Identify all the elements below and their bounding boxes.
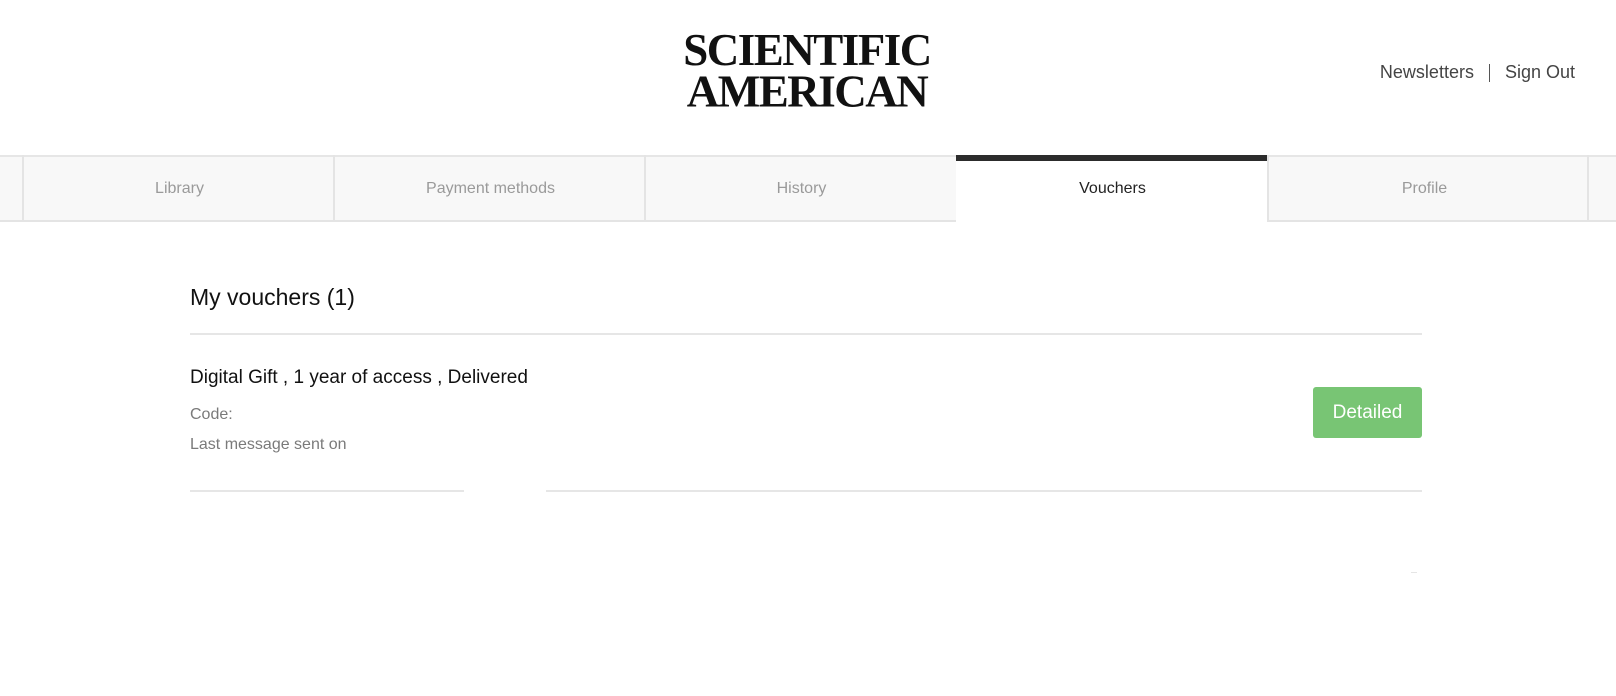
divider (190, 490, 1422, 492)
voucher-code-label: Code: (190, 406, 233, 423)
voucher-last-message-label: Last message sent on (190, 436, 347, 453)
page-title: My vouchers (1) (190, 284, 355, 310)
logo-line-1: SCIENTIFIC (683, 24, 932, 76)
site-logo[interactable]: SCIENTIFIC AMERICAN (678, 24, 936, 117)
tab-history[interactable]: History (644, 155, 957, 222)
faded-mark (1411, 572, 1417, 573)
tab-divider (1587, 155, 1589, 222)
sign-out-link[interactable]: Sign Out (1505, 62, 1575, 83)
link-divider (1488, 63, 1490, 82)
logo-line-2: AMERICAN (686, 65, 929, 117)
tab-vouchers[interactable]: Vouchers (956, 155, 1269, 224)
tab-library[interactable]: Library (22, 155, 335, 222)
site-header: SCIENTIFIC AMERICAN Newsletters Sign Out (0, 0, 1616, 155)
tab-payment-methods[interactable]: Payment methods (333, 155, 646, 222)
account-tabs: Library Payment methods History Vouchers… (0, 155, 1616, 224)
vouchers-panel: My vouchers (1) Digital Gift , 1 year of… (190, 280, 1422, 492)
tab-profile[interactable]: Profile (1267, 155, 1580, 222)
divider-gap (464, 486, 546, 494)
voucher-title: Digital Gift , 1 year of access , Delive… (190, 367, 528, 388)
newsletters-link[interactable]: Newsletters (1380, 62, 1474, 83)
voucher-item: Digital Gift , 1 year of access , Delive… (190, 335, 1422, 490)
detailed-button[interactable]: Detailed (1313, 387, 1422, 438)
account-links: Newsletters Sign Out (1380, 62, 1575, 83)
